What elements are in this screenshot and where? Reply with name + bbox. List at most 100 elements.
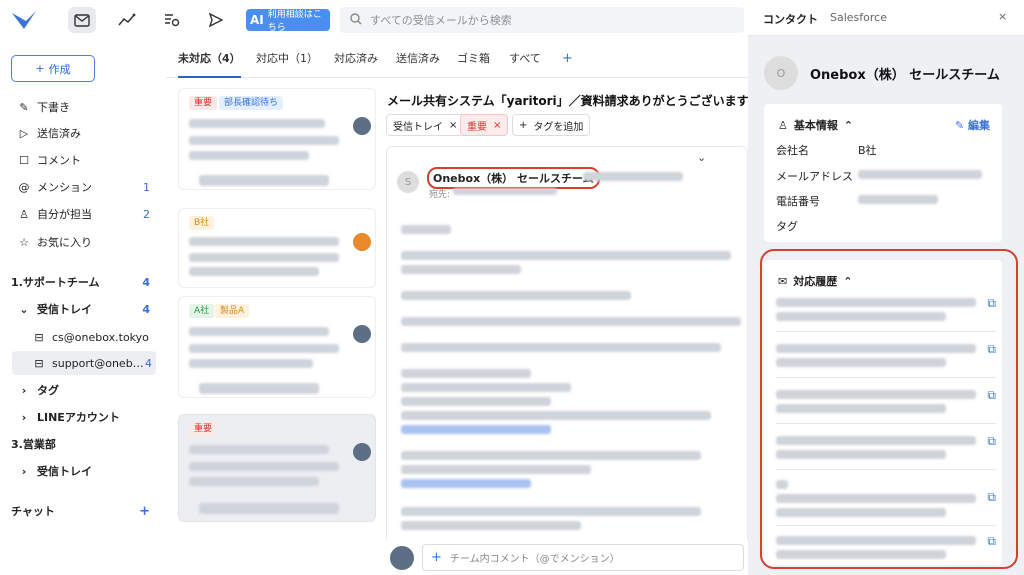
sidebar-team-sales[interactable]: 3.営業部 — [0, 432, 166, 456]
mail-icon[interactable] — [68, 7, 96, 33]
list-item[interactable]: 重要 部長確認待ち — [178, 88, 376, 190]
basic-info-card: ♙ 基本情報 ⌃ ✎ 編集 会社名 B社 メールアドレス 電話番号 タグ — [764, 104, 1002, 242]
sidebar-team-support[interactable]: 1.サポートチーム 4 — [0, 270, 166, 294]
blurred-body — [401, 317, 741, 326]
yaritori-logo-icon[interactable] — [10, 9, 38, 33]
star-icon: ☆ — [19, 235, 29, 249]
search-bar[interactable]: すべての受信メールから検索 — [340, 7, 744, 33]
sidebar-address-support[interactable]: ⊟ support@oneb… 4 — [12, 351, 156, 375]
ai-label: 利用相談はこちら — [267, 10, 322, 33]
blurred-preview — [189, 267, 319, 276]
analytics-icon[interactable] — [113, 7, 141, 33]
close-icon[interactable]: × — [998, 10, 1007, 23]
sidebar-inbox[interactable]: ⌄ 受信トレイ 4 — [0, 297, 166, 321]
blurred-preview — [189, 359, 313, 368]
close-icon[interactable]: × — [493, 120, 501, 131]
history-highlight-ring — [760, 249, 1018, 569]
inbox-tray-icon: ⊟ — [34, 356, 44, 370]
send-icon[interactable] — [202, 7, 230, 33]
company-value: B社 — [858, 144, 877, 157]
sidebar-inbox-sales[interactable]: › 受信トレイ — [0, 459, 166, 483]
add-chat-button[interactable]: + — [139, 504, 150, 519]
inbox-count: 4 — [142, 302, 150, 316]
sidebar-item-label: 自分が担当 — [37, 208, 92, 221]
chevron-right-icon: › — [21, 464, 27, 478]
tab-unhandled[interactable]: 未対応（4） — [178, 40, 241, 78]
add-tag-button[interactable]: + タグを追加 — [512, 114, 591, 136]
blurred-link[interactable] — [401, 479, 531, 488]
sidebar-item-sent[interactable]: ▷ 送信済み — [0, 121, 166, 145]
avatar — [353, 117, 371, 135]
sidebar-item-label: 送信済み — [37, 127, 81, 140]
tab-done[interactable]: 対応済み — [334, 40, 378, 78]
search-icon — [350, 12, 362, 28]
tab-in-progress[interactable]: 対応中（1） — [256, 40, 318, 78]
sidebar-item-comments[interactable]: ☐ コメント — [0, 148, 166, 172]
blurred-body — [401, 265, 521, 274]
sidebar-item-drafts[interactable]: ✎ 下書き — [0, 95, 166, 119]
compose-label: 作成 — [48, 62, 71, 76]
inbox-label: 受信トレイ — [37, 465, 92, 478]
sidebar-address-cs[interactable]: ⊟ cs@onebox.tokyo — [0, 325, 166, 349]
tab-salesforce[interactable]: Salesforce — [830, 11, 887, 24]
status-tabs: 未対応（4） 対応中（1） 対応済み 送信済み ゴミ箱 すべて + — [166, 40, 748, 78]
tag-chip-important[interactable]: 重要 × — [460, 114, 509, 136]
chip-label: 重要 — [467, 121, 487, 133]
sidebar-item-favorites[interactable]: ☆ お気に入り — [0, 230, 166, 254]
avatar — [353, 325, 371, 343]
comment-input[interactable]: + チーム内コメント（@でメンション） — [422, 544, 744, 571]
blurred-body — [401, 251, 731, 260]
sidebar-chat[interactable]: チャット + — [0, 499, 166, 523]
tab-all[interactable]: すべて — [509, 40, 541, 78]
ai-badge: AI — [250, 13, 264, 27]
settings-list-icon[interactable] — [158, 7, 186, 33]
sidebar-item-label: 下書き — [37, 101, 70, 114]
tab-trash[interactable]: ゴミ箱 — [457, 40, 490, 78]
blurred-preview — [189, 253, 339, 262]
tags-label: タグ — [37, 384, 59, 397]
sidebar-item-label: メンション — [37, 181, 92, 194]
list-item[interactable]: 重要 — [178, 414, 376, 522]
tag-chip-inbox[interactable]: 受信トレイ × — [386, 114, 465, 136]
chevron-right-icon: › — [21, 410, 27, 424]
sidebar-line[interactable]: › LINEアカウント — [0, 405, 166, 429]
tab-sent[interactable]: 送信済み — [396, 40, 440, 78]
sidebar-item-label: コメント — [37, 154, 81, 167]
close-icon[interactable]: × — [449, 120, 457, 131]
sender-name[interactable]: Onebox（株） セールスチーム — [427, 167, 600, 189]
blurred-preview — [189, 462, 339, 471]
team-label: 1.サポートチーム — [11, 276, 100, 289]
basic-info-header[interactable]: ♙ 基本情報 ⌃ — [778, 117, 853, 133]
sidebar-item-assigned[interactable]: ♙ 自分が担当 2 — [0, 202, 166, 226]
list-item[interactable]: B社 — [178, 208, 376, 288]
add-tab-button[interactable]: + — [562, 40, 573, 78]
blurred-comment — [199, 175, 329, 186]
sidebar-tags[interactable]: › タグ — [0, 378, 166, 402]
compose-button[interactable]: + 作成 — [11, 55, 95, 82]
blurred-preview — [189, 344, 339, 353]
comment-bar: + チーム内コメント（@でメンション） — [386, 540, 748, 575]
to-label: 宛先: — [429, 190, 451, 200]
blurred-email — [858, 170, 982, 179]
team-count: 4 — [142, 275, 150, 289]
chevron-up-icon: ⌃ — [843, 118, 854, 132]
pencil-icon: ✎ — [954, 119, 965, 132]
tag-badge: 部長確認待ち — [219, 96, 284, 110]
assigned-count: 2 — [143, 207, 150, 221]
edit-button[interactable]: ✎ 編集 — [955, 117, 990, 133]
plus-icon: + — [35, 62, 45, 75]
chevron-down-icon[interactable]: ⌄ — [697, 151, 706, 164]
blurred-link[interactable] — [401, 425, 551, 434]
tag-badge: 重要 — [189, 96, 218, 110]
blurred-body — [401, 451, 701, 460]
sidebar-item-mentions[interactable]: @ メンション 1 — [0, 175, 166, 199]
blurred-preview — [189, 151, 309, 160]
tag-badge: A社 — [189, 304, 215, 318]
ai-consult-button[interactable]: AI 利用相談はこちら — [246, 9, 330, 33]
chevron-down-icon: ⌄ — [19, 302, 29, 316]
list-item[interactable]: A社 製品A — [178, 296, 376, 398]
search-input[interactable]: すべての受信メールから検索 — [370, 12, 512, 28]
plus-icon[interactable]: + — [431, 550, 442, 565]
tab-contact[interactable]: コンタクト — [763, 11, 818, 27]
blurred-sender — [189, 119, 325, 128]
